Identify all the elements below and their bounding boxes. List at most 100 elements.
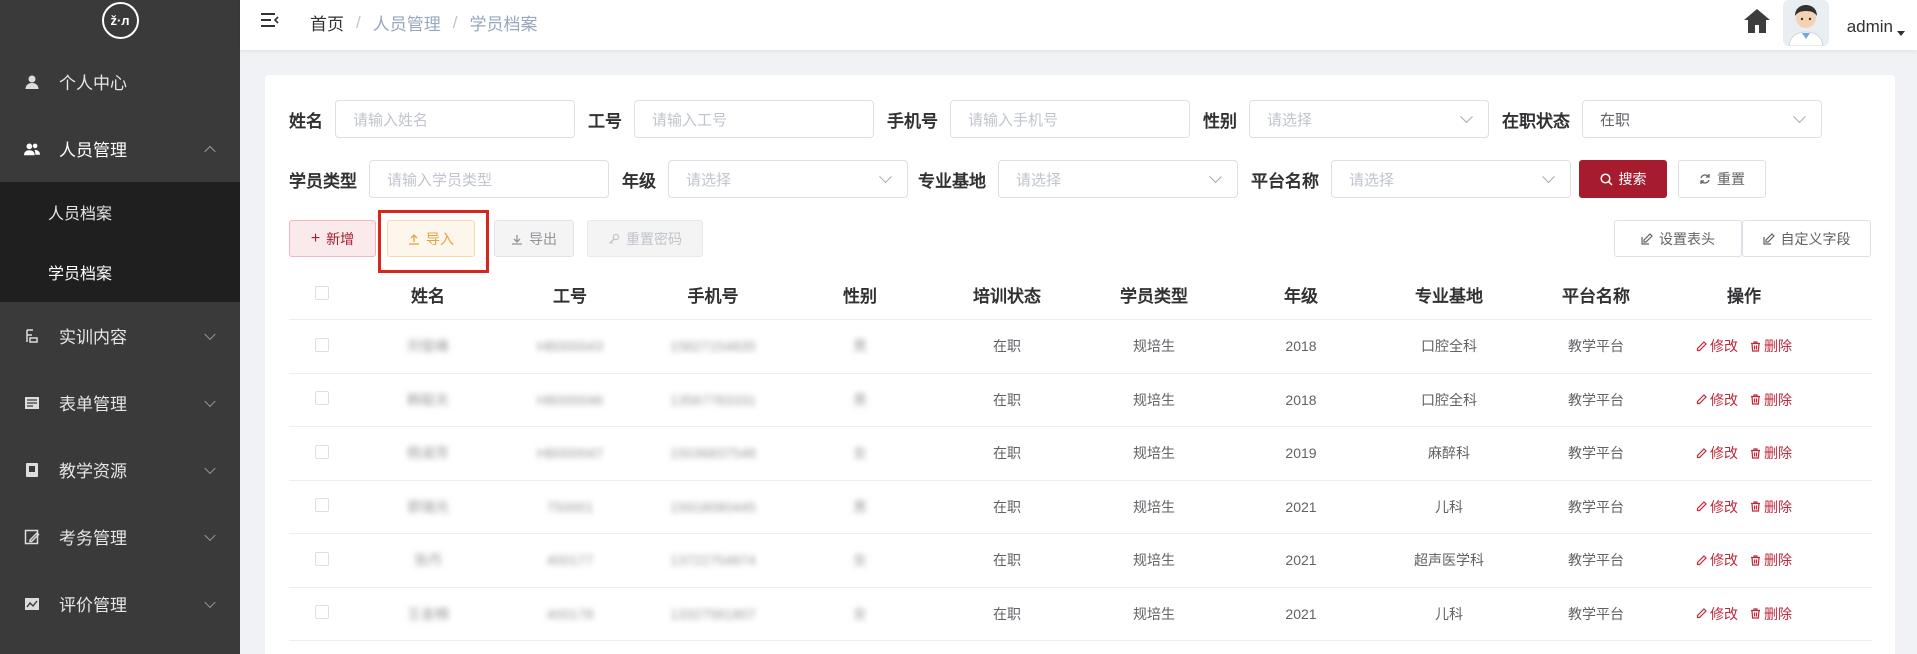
row-checkbox[interactable] xyxy=(315,444,329,459)
sidebar-item-label: 个人中心 xyxy=(59,74,127,93)
edit-link[interactable]: 修改 xyxy=(1696,497,1738,517)
sidebar-item-training[interactable]: 实训内容 xyxy=(0,302,240,369)
row-checkbox[interactable] xyxy=(315,551,329,566)
sidebar-item-label: 表单管理 xyxy=(59,395,127,414)
cell-platform: 教学平台 xyxy=(1568,338,1624,355)
users-icon xyxy=(24,141,40,157)
sidebar-item-profile[interactable]: 个人中心 xyxy=(0,48,240,115)
trash-icon xyxy=(1751,448,1760,459)
table-header: 姓名 工号 手机号 性别 培训状态 学员类型 年级 专业基地 平台名称 操作 xyxy=(289,270,1872,320)
breadcrumb-home[interactable]: 首页 xyxy=(310,10,344,35)
edit-icon xyxy=(1762,232,1775,245)
cell-job-no: 400177 xyxy=(546,552,594,569)
delete-link[interactable]: 删除 xyxy=(1750,390,1792,410)
table-row: 王金楠 400178 13327581807 女 在职 规培生 2021 儿科 … xyxy=(289,588,1872,641)
cell-base: 儿科 xyxy=(1435,605,1463,622)
delete-link[interactable]: 删除 xyxy=(1750,604,1792,624)
grade-select[interactable]: 请选择 xyxy=(668,160,908,198)
user-name[interactable]: admin xyxy=(1847,17,1893,37)
filter-label-gender: 性别 xyxy=(1203,111,1237,131)
sidebar-subitem-staff-archive[interactable]: 人员档案 xyxy=(0,182,240,242)
user-icon xyxy=(24,74,40,90)
sidebar-item-evaluation[interactable]: 评价管理 xyxy=(0,570,240,637)
table-row: 郭瑞光 750001 15918080445 男 在职 规培生 2021 儿科 … xyxy=(289,481,1872,534)
cell-actions: 修改 删除 xyxy=(1669,336,1819,356)
filter-row-1: 姓名 请输入姓名 工号 请输入工号 手机号 请输入手机号 性别 请选择 在职状态… xyxy=(289,100,1822,138)
menu-fold-icon[interactable] xyxy=(260,12,280,28)
edit-link[interactable]: 修改 xyxy=(1696,550,1738,570)
reset-password-button[interactable]: 重置密码 xyxy=(587,220,703,257)
trash-icon xyxy=(1751,394,1760,405)
sidebar-item-exams[interactable]: 考务管理 xyxy=(0,503,240,570)
select-all-checkbox[interactable] xyxy=(315,285,329,300)
col-phone: 手机号 xyxy=(687,287,739,306)
row-checkbox[interactable] xyxy=(315,498,329,513)
edit-link[interactable]: 修改 xyxy=(1696,390,1738,410)
row-checkbox[interactable] xyxy=(315,391,329,406)
sidebar-item-forms[interactable]: 表单管理 xyxy=(0,369,240,436)
gender-select[interactable]: 请选择 xyxy=(1249,100,1489,138)
sidebar-subitem-student-archive[interactable]: 学员档案 xyxy=(0,242,240,302)
cell-student-type: 规培生 xyxy=(1133,605,1175,622)
row-checkbox[interactable] xyxy=(315,337,329,352)
set-header-button[interactable]: 设置表头 xyxy=(1614,220,1742,257)
cell-student-type: 规培生 xyxy=(1133,445,1175,462)
export-button-label: 导出 xyxy=(529,230,557,247)
col-gender: 性别 xyxy=(843,287,877,306)
cell-platform: 教学平台 xyxy=(1568,498,1624,515)
add-button[interactable]: + 新增 xyxy=(289,220,376,257)
search-button[interactable]: 搜索 xyxy=(1579,160,1667,198)
cell-name: 刘俊峰 xyxy=(407,338,449,355)
student-type-input[interactable]: 请输入学员类型 xyxy=(369,160,609,198)
delete-link[interactable]: 删除 xyxy=(1750,336,1792,356)
status-select[interactable]: 在职 xyxy=(1582,100,1822,138)
reset-button[interactable]: 重置 xyxy=(1678,160,1766,198)
edit-link[interactable]: 修改 xyxy=(1696,443,1738,463)
cell-platform: 教学平台 xyxy=(1568,445,1624,462)
edit-link-label: 修改 xyxy=(1710,552,1738,569)
cell-name: 张丹 xyxy=(414,552,442,569)
app-root: ž·л 个人中心 人员管理 人员档案 学员档案 实训内容 表单管理 教学资源 考… xyxy=(0,0,1917,654)
name-input[interactable]: 请输入姓名 xyxy=(335,100,575,138)
edit-link[interactable]: 修改 xyxy=(1696,604,1738,624)
chevron-down-icon xyxy=(1460,110,1473,124)
phone-input[interactable]: 请输入手机号 xyxy=(950,100,1190,138)
filter-label-grade: 年级 xyxy=(622,171,656,191)
cell-training-status: 在职 xyxy=(993,338,1021,355)
sidebar-item-resources[interactable]: 教学资源 xyxy=(0,436,240,503)
job-no-input[interactable]: 请输入工号 xyxy=(634,100,874,138)
cell-base: 超声医学科 xyxy=(1414,552,1484,569)
col-actions: 操作 xyxy=(1727,287,1761,306)
custom-field-button[interactable]: 自定义字段 xyxy=(1742,220,1871,257)
cell-base: 儿科 xyxy=(1435,498,1463,515)
platform-select[interactable]: 请选择 xyxy=(1331,160,1571,198)
row-checkbox[interactable] xyxy=(315,605,329,620)
search-button-label: 搜索 xyxy=(1618,171,1647,187)
export-button[interactable]: 导出 xyxy=(494,220,574,257)
caret-down-icon[interactable] xyxy=(1897,31,1905,36)
sidebar-item-personnel[interactable]: 人员管理 xyxy=(0,115,240,182)
logo[interactable]: ž·л xyxy=(0,0,240,48)
avatar[interactable] xyxy=(1783,0,1829,46)
filter-label-platform: 平台名称 xyxy=(1251,171,1319,191)
delete-link-label: 删除 xyxy=(1764,552,1792,569)
trash-icon xyxy=(1751,555,1760,566)
cell-training-status: 在职 xyxy=(993,391,1021,408)
delete-link[interactable]: 删除 xyxy=(1750,443,1792,463)
home-icon[interactable] xyxy=(1743,8,1771,34)
edit-icon xyxy=(1696,501,1707,512)
delete-link[interactable]: 删除 xyxy=(1750,497,1792,517)
trash-icon xyxy=(1751,608,1760,619)
table-row: 杨淑芳 HB000047 15036837548 女 在职 规培生 2019 麻… xyxy=(289,427,1872,481)
delete-link[interactable]: 删除 xyxy=(1750,550,1792,570)
filter-row-2: 学员类型 请输入学员类型 年级 请选择 专业基地 请选择 平台名称 请选择 搜索… xyxy=(289,160,1766,198)
row-select-cell xyxy=(289,337,355,355)
breadcrumb-separator: / xyxy=(356,12,361,32)
base-select[interactable]: 请选择 xyxy=(998,160,1238,198)
refresh-icon xyxy=(1700,174,1710,184)
logo-mark: ž·л xyxy=(101,2,139,39)
search-icon xyxy=(1599,172,1613,186)
cell-student-type: 规培生 xyxy=(1133,338,1175,355)
edit-link[interactable]: 修改 xyxy=(1696,336,1738,356)
cell-platform: 教学平台 xyxy=(1568,552,1624,569)
